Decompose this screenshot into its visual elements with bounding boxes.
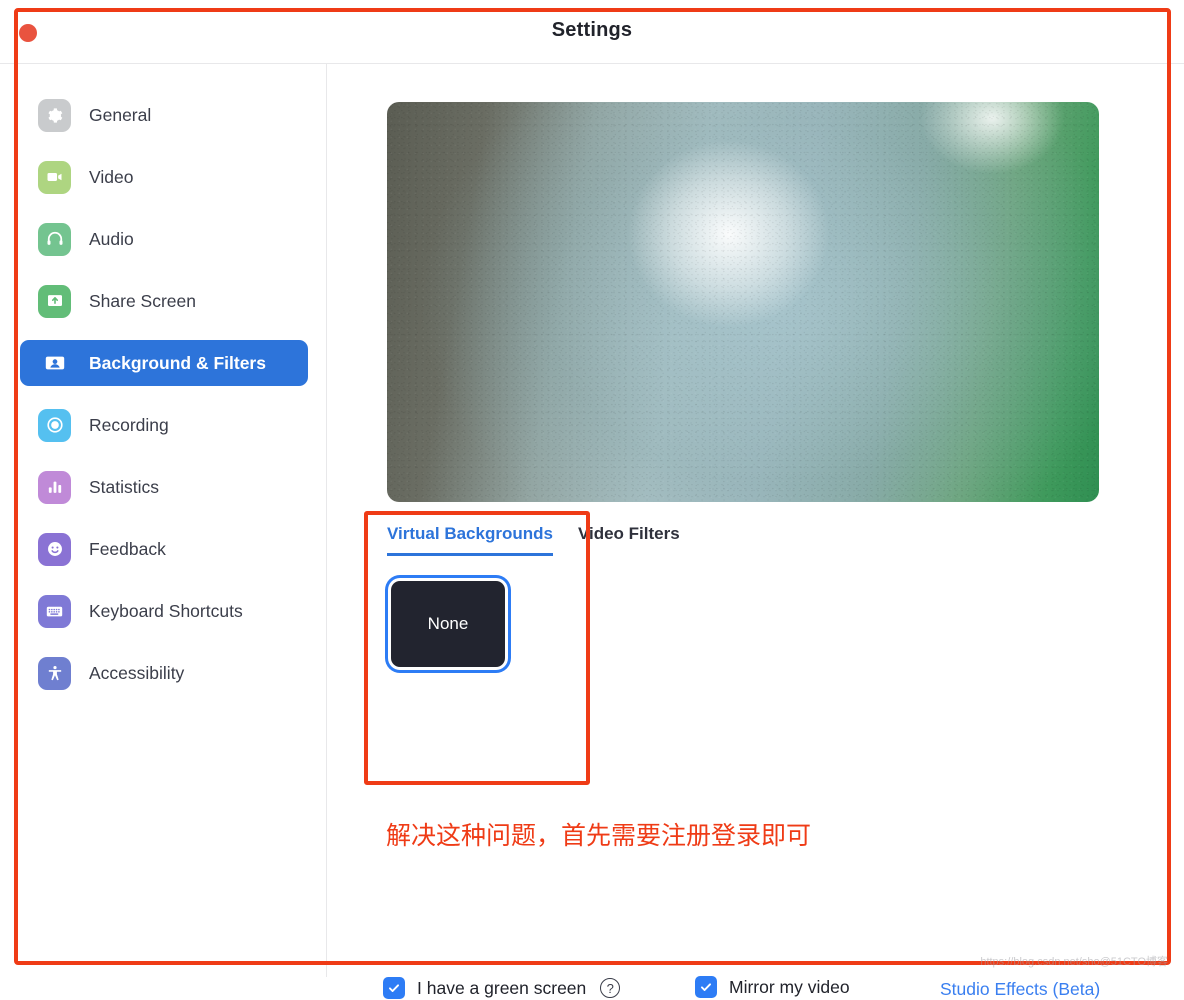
- sidebar-item-share-screen[interactable]: Share Screen: [20, 278, 308, 324]
- settings-window: Settings General Video Audio Share Scree…: [0, 0, 1184, 999]
- studio-effects-link[interactable]: Studio Effects (Beta): [940, 979, 1100, 1000]
- green-screen-control: I have a green screen ?: [383, 977, 621, 999]
- annotation-note: 解决这种问题，首先需要注册登录即可: [386, 821, 812, 850]
- mirror-video-control: Mirror my video: [695, 976, 850, 998]
- tab-video-filters[interactable]: Video Filters: [578, 524, 680, 553]
- sidebar-item-label: Audio: [89, 228, 134, 249]
- sidebar-item-label: Background & Filters: [89, 352, 266, 373]
- video-preview: [387, 102, 1099, 502]
- sidebar-item-label: Accessibility: [89, 662, 185, 683]
- mirror-video-label: Mirror my video: [729, 976, 850, 997]
- sidebar-item-accessibility[interactable]: Accessibility: [20, 650, 308, 696]
- person-card-icon: [38, 347, 71, 380]
- green-screen-label: I have a green screen: [417, 977, 587, 998]
- sidebar-item-video[interactable]: Video: [20, 154, 308, 200]
- sidebar-item-keyboard-shortcuts[interactable]: Keyboard Shortcuts: [20, 588, 308, 634]
- mirror-video-checkbox[interactable]: [695, 976, 717, 998]
- upload-icon: [38, 284, 71, 318]
- sidebar-item-label: General: [89, 104, 152, 125]
- sidebar-item-label: Statistics: [89, 476, 160, 497]
- help-icon[interactable]: ?: [600, 978, 621, 998]
- camera-icon: [38, 160, 71, 194]
- sidebar-item-general[interactable]: General: [20, 92, 308, 138]
- title-bar: Settings: [0, 0, 1184, 64]
- tab-virtual-backgrounds[interactable]: Virtual Backgrounds: [387, 524, 553, 556]
- sidebar-item-statistics[interactable]: Statistics: [20, 464, 308, 510]
- smiley-icon: [38, 532, 71, 566]
- green-screen-checkbox[interactable]: [383, 977, 405, 999]
- headphones-icon: [38, 222, 71, 256]
- tab-bar: Virtual Backgrounds Video Filters: [387, 524, 680, 556]
- sidebar-item-background-and-filters[interactable]: Background & Filters: [20, 340, 308, 386]
- sidebar-item-audio[interactable]: Audio: [20, 216, 308, 262]
- background-thumbnail-none[interactable]: None: [391, 581, 505, 667]
- video-preview-noise: [387, 102, 1099, 502]
- gear-icon: [38, 98, 71, 132]
- sidebar-item-recording[interactable]: Recording: [20, 402, 308, 448]
- sidebar-item-label: Keyboard Shortcuts: [89, 600, 243, 621]
- bars-icon: [38, 470, 71, 504]
- sidebar-item-feedback[interactable]: Feedback: [20, 526, 308, 572]
- watermark: https://blog.csdn.net/sho@51CTO博客: [980, 956, 1168, 968]
- sidebar-item-label: Video: [89, 166, 134, 187]
- sidebar: General Video Audio Share Screen Backgro: [0, 64, 327, 977]
- record-icon: [38, 408, 71, 442]
- page-title: Settings: [551, 19, 633, 41]
- background-grid: None: [387, 577, 509, 671]
- keyboard-icon: [38, 594, 71, 628]
- sidebar-item-label: Feedback: [89, 538, 166, 559]
- sidebar-item-label: Share Screen: [89, 290, 197, 311]
- sidebar-item-label: Recording: [89, 414, 169, 435]
- accessibility-icon: [38, 656, 71, 690]
- main-content: Virtual Backgrounds Video Filters None 解…: [328, 64, 1184, 999]
